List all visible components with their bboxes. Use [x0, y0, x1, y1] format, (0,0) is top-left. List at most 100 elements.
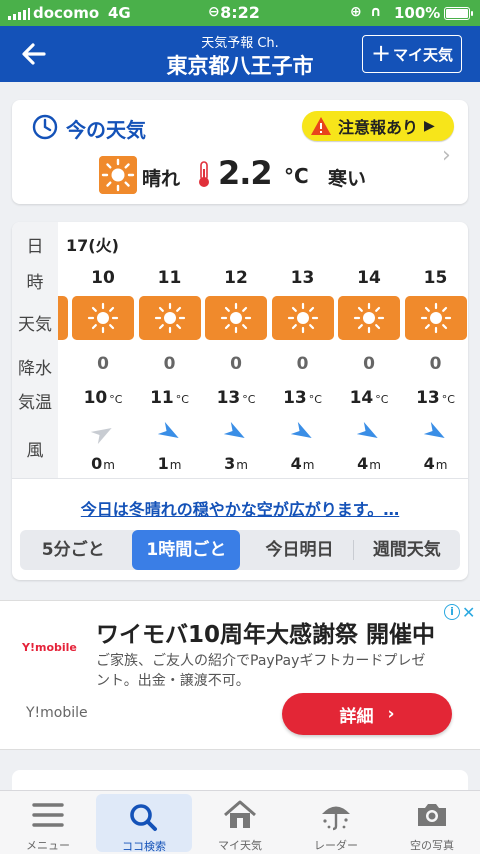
temp-unit: °C [242, 393, 256, 406]
ad-details-button[interactable]: 詳細 › [282, 693, 452, 735]
tab-sky-photo[interactable]: 空の写真 [384, 791, 480, 854]
segment-weekly[interactable]: 週間天気 [354, 530, 460, 570]
hour-label: 10 [91, 268, 115, 288]
plus-icon: + [370, 39, 392, 67]
wind-unit: m [369, 458, 381, 472]
app-header: 天気予報 Ch. 東京都八王子市 + マイ天気 [0, 26, 480, 82]
precip-value: 0 [429, 354, 442, 374]
temp-unit: °C [375, 393, 389, 406]
divider [12, 478, 468, 479]
tab-radar[interactable]: レーダー [288, 791, 384, 854]
ad-brand: Y!mobile [26, 705, 88, 721]
current-feel: 寒い [328, 168, 367, 190]
battery-icon [444, 7, 473, 20]
temp-value: 10 °C [70, 388, 136, 408]
temp-value: 13 °C [403, 388, 469, 408]
headphones-icon: ∩ [370, 4, 382, 20]
forecast-summary-link[interactable]: 今日は冬晴れの穏やかな空が広がります。… [12, 496, 468, 520]
current-weather-title: 今の天気 [66, 118, 146, 142]
wind-speed: 4m [270, 454, 336, 473]
ad-details-label: 詳細 [339, 706, 374, 727]
chevron-right-icon: › [387, 704, 395, 724]
row-label-day: 日 [26, 237, 44, 257]
segment-5min[interactable]: 5分ごと [20, 530, 126, 570]
row-label-weather: 天気 [18, 315, 52, 335]
radar-umbrella-icon [322, 806, 350, 831]
tab-label: 空の写真 [410, 839, 454, 852]
warning-icon [311, 117, 331, 135]
temp-value: 14 °C [336, 388, 402, 408]
tab-label: ココ検索 [122, 840, 166, 853]
temp-number: 13 [416, 388, 440, 408]
row-label-precip: 降水 [18, 359, 52, 379]
camera-icon [418, 804, 446, 826]
hourly-forecast-card: 日 時 天気 降水 気温 風 17(火) 10 0 10 °C 0m 11 0 11 °C 1m 1… [12, 222, 468, 580]
row-label-wind: 風 [26, 441, 44, 461]
segment-hourly[interactable]: 1時間ごと [132, 530, 241, 570]
ad-logo: Y!mobile [22, 641, 77, 654]
row-label-column: 日 時 天気 降水 気温 風 [12, 222, 58, 478]
add-my-weather-button[interactable]: + マイ天気 [362, 35, 462, 73]
alert-badge-button[interactable]: 注意報あり ▶ [302, 111, 454, 141]
ad-title: ワイモバ10周年大感謝祭 開催中 [96, 622, 436, 648]
tab-label: メニュー [26, 839, 70, 852]
search-icon [130, 804, 157, 831]
hour-label: 14 [357, 268, 381, 288]
wind-unit: m [103, 458, 115, 472]
forecast-date: 17(火) [66, 236, 119, 255]
sun-icon [72, 296, 134, 340]
current-weather-card[interactable]: 今の天気 注意報あり ▶ › 晴れ 2.2 °C 寒い [12, 100, 468, 204]
wind-number: 0 [91, 454, 103, 473]
home-icon [224, 800, 256, 828]
wind-speed: 3m [203, 454, 269, 473]
wind-unit: m [169, 458, 182, 472]
ad-banner[interactable]: Y!mobile ワイモバ10周年大感謝祭 開催中 ご家族、ご友人の紹介でPay… [0, 600, 480, 750]
sun-icon [338, 296, 400, 340]
sun-icon [138, 296, 201, 340]
precip-value: 0 [363, 354, 375, 374]
interval-segmented-control: 5分ごと 1時間ごと 今日明日 週間天気 [20, 530, 460, 570]
temp-number: 10 [83, 388, 108, 408]
segment-today-tomorrow[interactable]: 今日明日 [246, 530, 352, 570]
temp-unit: °C [109, 393, 123, 406]
wind-number: 3 [224, 454, 236, 473]
current-temperature-unit: °C [284, 164, 309, 188]
temp-unit: °C [308, 393, 322, 406]
ad-description: ご家族、ご友人の紹介でPayPayギフトカードプレゼント。出金・譲渡不可。 [96, 653, 426, 689]
wind-direction-icon [423, 422, 445, 438]
temp-number: 13 [216, 388, 241, 408]
wind-direction-icon [157, 422, 179, 438]
tab-label: レーダー [314, 839, 358, 852]
wind-number: 4 [423, 454, 435, 473]
wind-number: 4 [290, 454, 302, 473]
precip-value: 0 [163, 354, 176, 374]
hour-label: 13 [290, 268, 315, 288]
tab-menu[interactable]: メニュー [0, 791, 96, 854]
sun-icon [404, 296, 467, 340]
tab-my-weather[interactable]: マイ天気 [192, 791, 288, 854]
temp-unit: °C [441, 393, 455, 406]
ad-info-icon[interactable]: i [444, 604, 460, 620]
status-bar: docomo 4G ⊖ 8:22 ⊕ ∩ 100% [0, 0, 480, 26]
row-label-hour: 時 [26, 273, 44, 293]
partial-weather-icon [58, 296, 68, 340]
temp-number: 11 [150, 388, 174, 408]
sun-icon [271, 296, 334, 340]
wind-direction-icon [290, 422, 312, 438]
tab-search[interactable]: ココ検索 [96, 794, 192, 853]
temp-number: 14 [349, 388, 374, 408]
precip-value: 0 [97, 354, 109, 374]
rotation-lock-icon: ⊕ [350, 4, 362, 20]
alert-label: 注意報あり [338, 118, 419, 137]
wind-direction-icon [357, 422, 378, 438]
wind-unit: m [435, 458, 448, 472]
hour-label: 15 [423, 268, 448, 288]
bottom-tab-bar: メニュー ココ検索 マイ天気 レーダー 空の写真 [0, 790, 480, 854]
ad-close-icon[interactable]: ✕ [462, 603, 475, 622]
hour-label: 11 [157, 268, 182, 288]
temp-value: 13 °C [270, 388, 336, 408]
wind-speed: 1m [137, 454, 203, 473]
wind-speed: 4m [336, 454, 402, 473]
wind-number: 1 [157, 454, 169, 473]
thermometer-icon [199, 161, 209, 187]
